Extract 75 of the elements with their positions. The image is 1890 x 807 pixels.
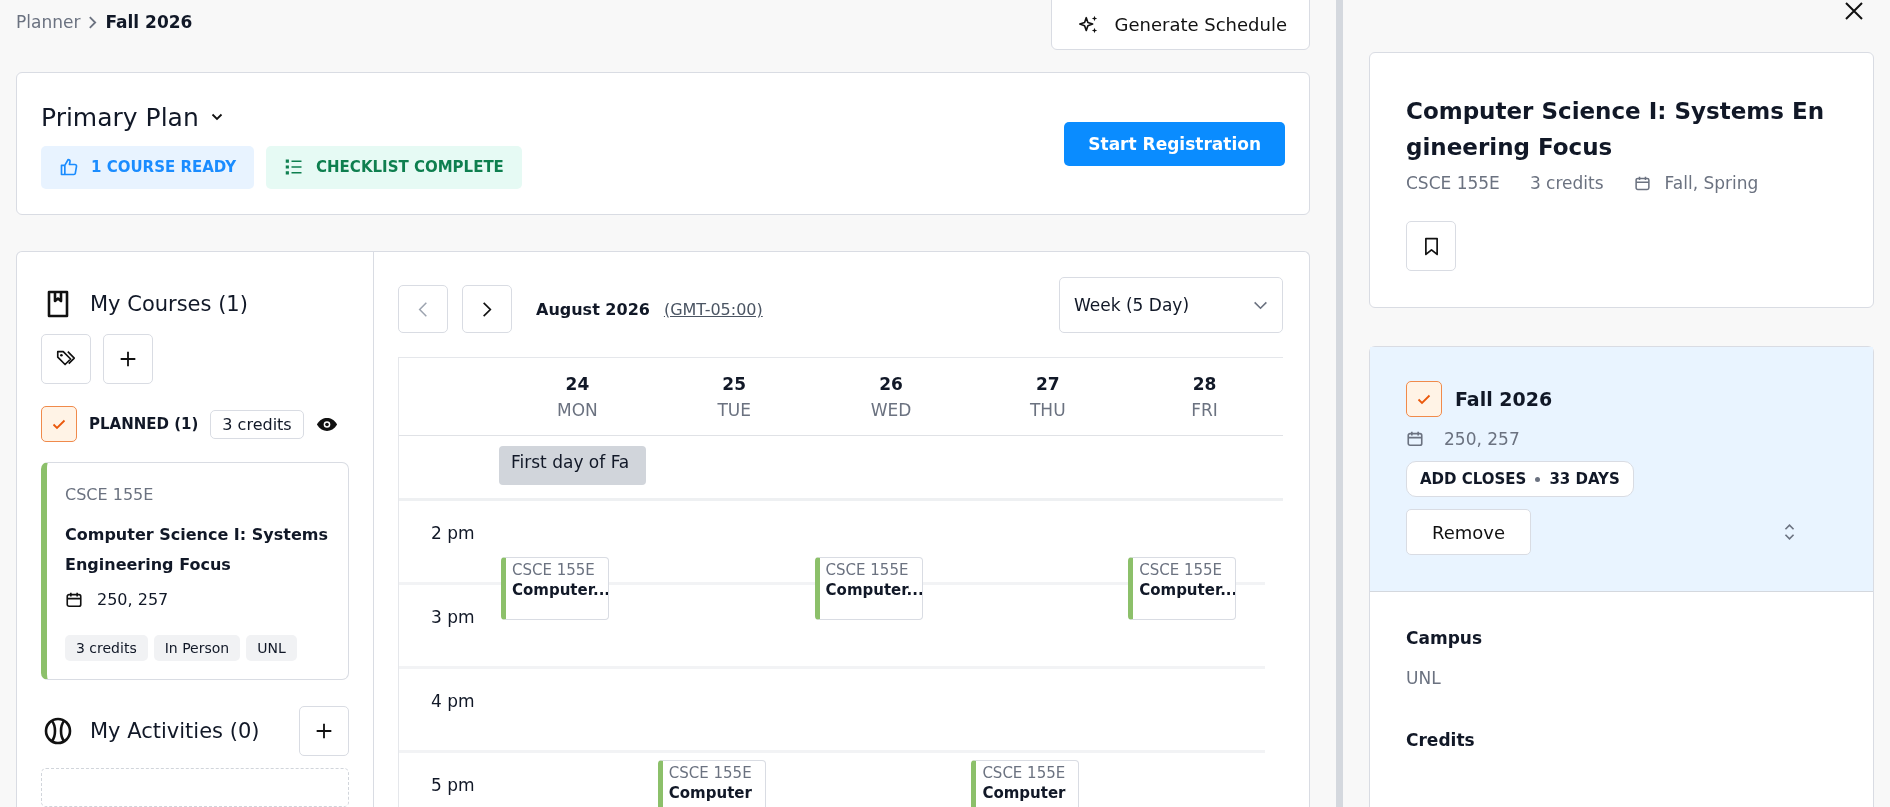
section-title: My Courses (1) xyxy=(90,292,248,316)
credits-label: 3 credits xyxy=(1529,173,1604,193)
book-icon xyxy=(46,290,70,318)
day-number: 28 xyxy=(1192,373,1217,394)
course-tag: In Person xyxy=(153,635,241,661)
hour-label: 2 pm xyxy=(431,523,475,543)
add-course-button[interactable] xyxy=(103,334,153,384)
group-label: PLANNED (1) xyxy=(89,415,199,433)
field-label: Campus xyxy=(1406,628,1484,648)
chevron-left-icon xyxy=(418,300,428,318)
day-number: 24 xyxy=(565,373,590,394)
weekday-label: MON xyxy=(557,399,598,420)
section-numbers: 250, 257 xyxy=(97,590,169,609)
section-title: My Activities (0) xyxy=(90,719,260,743)
status-badge: 1 COURSE READY xyxy=(41,145,255,189)
chevron-down-icon xyxy=(1253,300,1268,310)
field-label: Credits xyxy=(1406,730,1476,750)
calendar-event[interactable]: CSCE 155E Computer xyxy=(971,760,1080,807)
field-value: UNL xyxy=(1406,668,1442,688)
course-code: CSCE 155E xyxy=(65,485,155,504)
course-tag: UNL xyxy=(246,635,297,661)
resize-handle[interactable] xyxy=(1336,0,1343,807)
plan-title[interactable]: Primary Plan xyxy=(41,102,199,132)
remove-button[interactable]: Remove xyxy=(1406,509,1532,555)
dot-icon xyxy=(1535,476,1541,482)
calendar-event[interactable]: CSCE 155E Computer... xyxy=(1128,557,1237,620)
calendar-event[interactable]: CSCE 155E Computer... xyxy=(814,557,923,620)
day-number: 27 xyxy=(1035,373,1060,394)
calendar-icon xyxy=(1633,174,1651,192)
checkbox[interactable] xyxy=(41,406,77,442)
breadcrumb-current: Fall 2026 xyxy=(105,12,193,32)
view-select[interactable]: Week (5 Day) xyxy=(1059,277,1283,333)
calendar-event[interactable]: CSCE 155E Computer xyxy=(657,760,766,807)
weekday-label: TUE xyxy=(717,399,751,420)
calendar-icon xyxy=(1406,430,1424,448)
eye-icon[interactable] xyxy=(315,416,338,432)
generate-schedule-button[interactable]: Generate Schedule xyxy=(1051,0,1310,50)
ball-icon xyxy=(44,717,72,745)
terms-offered: Fall, Spring xyxy=(1664,173,1759,193)
course-tag: 3 credits xyxy=(65,635,148,661)
day-number: 26 xyxy=(879,373,903,394)
weekday-label: WED xyxy=(870,399,912,420)
status-badge: CHECKLIST COMPLETE xyxy=(266,145,522,189)
chevron-right-icon xyxy=(482,300,492,318)
chevron-right-icon xyxy=(88,15,98,29)
bookmark-icon xyxy=(1423,236,1439,256)
thumbs-up-icon xyxy=(59,157,79,177)
course-title: Computer Science I: Systems Engineering Focus xyxy=(1406,97,1826,162)
calendar-event[interactable]: CSCE 155E Computer... xyxy=(501,557,609,620)
calendar-icon xyxy=(65,590,83,609)
close-icon[interactable] xyxy=(1844,1,1864,21)
month-label: August 2026 xyxy=(536,299,650,319)
deadline-badge: ADD CLOSES 33 DAYS xyxy=(1406,461,1634,497)
credits-tag: 3 credits xyxy=(210,409,304,439)
section-numbers: 250, 257 xyxy=(1444,429,1520,449)
timezone-link[interactable]: (GMT-05:00) xyxy=(663,299,763,319)
tags-button[interactable] xyxy=(41,334,91,384)
day-number: 25 xyxy=(722,373,747,394)
weekday-label: FRI xyxy=(1191,399,1218,420)
course-card[interactable]: CSCE 155E Computer Science I: Systems Engineering Focus 250, 257 3 credits In Person UNL xyxy=(41,462,349,680)
hour-label: 5 pm xyxy=(431,775,475,795)
bookmark-button[interactable] xyxy=(1406,221,1456,271)
weekday-label: THU xyxy=(1029,399,1066,420)
hour-label: 3 pm xyxy=(431,607,475,627)
all-day-event[interactable]: First day of Fa xyxy=(499,446,646,485)
chevron-down-icon[interactable] xyxy=(210,113,223,121)
add-activity-button[interactable] xyxy=(299,706,349,756)
hour-label: 4 pm xyxy=(431,691,475,711)
up-down-chevron-icon[interactable] xyxy=(1784,523,1795,541)
checkbox[interactable] xyxy=(1406,381,1442,417)
breadcrumb-link[interactable]: Planner xyxy=(16,12,81,32)
list-icon xyxy=(284,157,305,177)
course-code: CSCE 155E xyxy=(1406,173,1500,193)
term-name: Fall 2026 xyxy=(1455,388,1553,410)
course-name: Computer Science I: Systems Engineering Focus xyxy=(65,524,329,576)
